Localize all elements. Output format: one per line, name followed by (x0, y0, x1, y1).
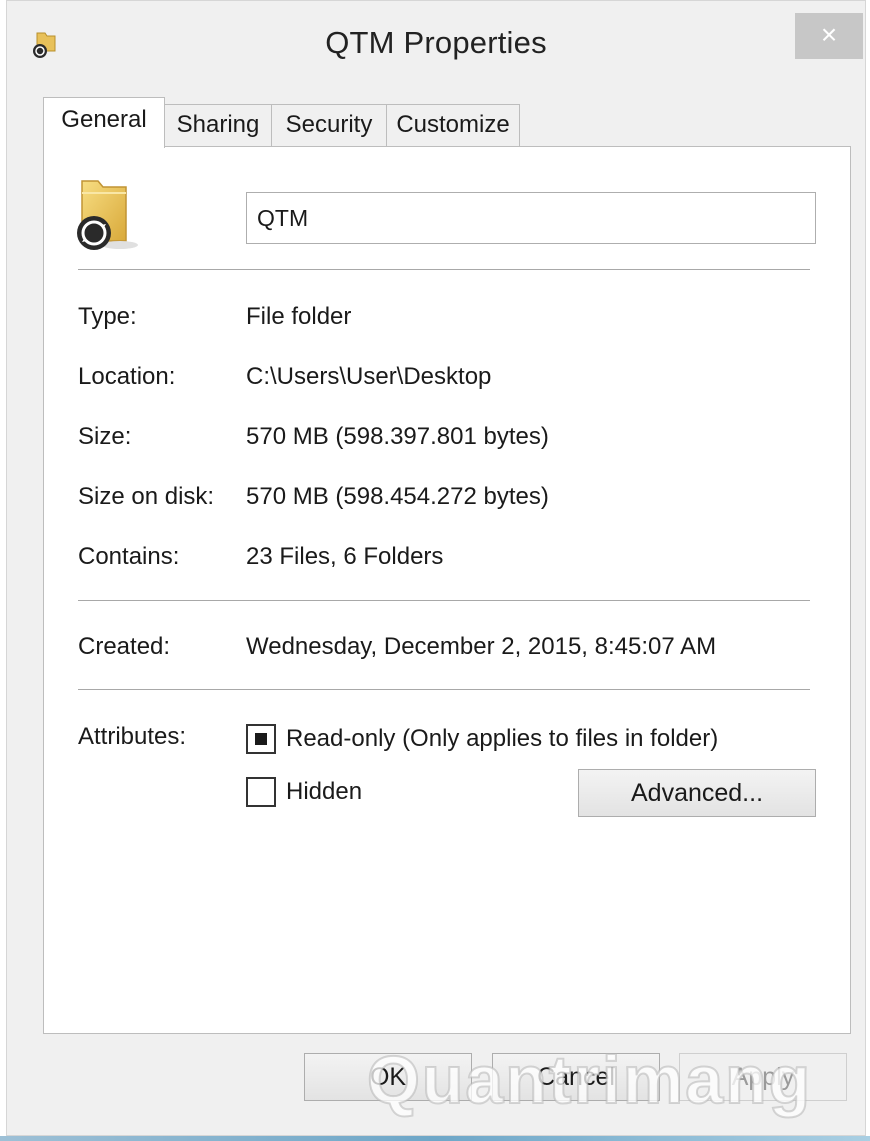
separator (78, 269, 810, 270)
desktop-background-strip (0, 1136, 870, 1141)
folder-name-input[interactable] (246, 192, 816, 244)
size-label: Size: (78, 423, 132, 450)
attributes-label: Attributes: (78, 723, 187, 750)
size-value: 570 MB (598.397.801 bytes) (246, 423, 549, 450)
location-label: Location: (78, 363, 176, 390)
size-on-disk-value: 570 MB (598.454.272 bytes) (246, 483, 549, 510)
window-title: QTM Properties (325, 25, 547, 60)
contains-value: 23 Files, 6 Folders (246, 543, 444, 570)
separator (78, 600, 810, 601)
advanced-button[interactable]: Advanced... (578, 769, 816, 817)
indeterminate-mark (255, 733, 267, 745)
size-on-disk-label: Size on disk: (78, 483, 215, 510)
close-button[interactable]: × (795, 13, 863, 59)
readonly-label[interactable]: Read-only (Only applies to files in fold… (286, 725, 718, 753)
type-value: File folder (246, 303, 352, 330)
ok-button[interactable]: OK (304, 1053, 472, 1101)
location-value: C:\Users\User\Desktop (246, 363, 492, 390)
type-label: Type: (78, 303, 137, 330)
created-label: Created: (78, 633, 171, 660)
tab-general[interactable]: General (43, 97, 165, 148)
contains-label: Contains: (78, 543, 180, 570)
tab-sharing[interactable]: Sharing (164, 104, 272, 147)
tab-customize[interactable]: Customize (386, 104, 520, 147)
readonly-checkbox[interactable] (246, 724, 276, 754)
cancel-button[interactable]: Cancel (492, 1053, 660, 1101)
properties-dialog: QTM Properties × General Sharing Securit… (6, 0, 866, 1136)
hidden-checkbox[interactable] (246, 777, 276, 807)
separator (78, 689, 810, 690)
title-bar[interactable]: QTM Properties × (7, 1, 865, 85)
hidden-label[interactable]: Hidden (286, 778, 362, 806)
apply-button[interactable]: Apply (679, 1053, 847, 1101)
created-value: Wednesday, December 2, 2015, 8:45:07 AM (246, 633, 717, 660)
general-panel: Type: File folder Location: C:\Users\Use… (43, 146, 851, 1034)
folder-sync-icon (77, 180, 138, 250)
tab-security[interactable]: Security (271, 104, 387, 147)
